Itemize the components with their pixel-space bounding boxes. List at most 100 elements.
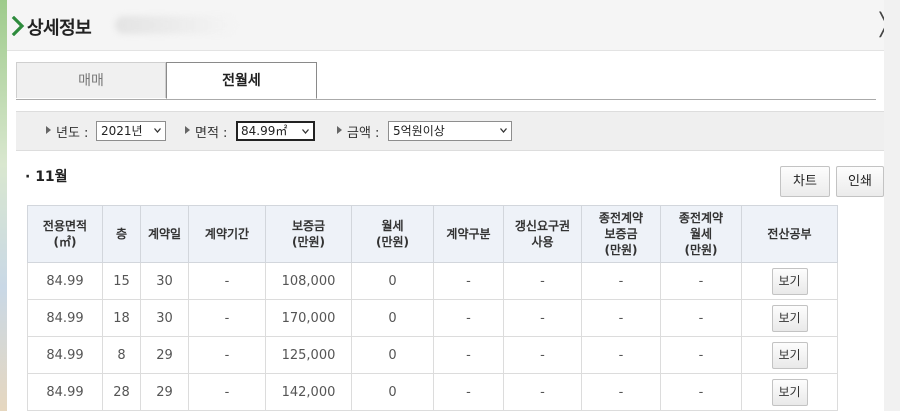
table-row: 84.99 15 30-108,000 0- - - - 보기 <box>27 262 838 300</box>
close-icon[interactable]: ╳ <box>880 14 884 38</box>
column-header-line: 종전계약 <box>678 211 724 225</box>
table-cell: - <box>660 299 742 337</box>
table-header-row: 전용면적 (㎡) 층 계약일 계약기간 보증금 (만원) 월세 (만원) 계약구분 갱신요구권 사용 종… <box>27 205 838 263</box>
chevron-down-icon <box>302 129 309 134</box>
triangle-right-icon <box>46 126 51 134</box>
column-header-line: (만원) <box>291 235 326 249</box>
table-cell: 0 <box>351 299 434 337</box>
column-header-line: 갱신요구권 <box>514 219 571 233</box>
amount-select-value: 5억원이상 <box>393 124 445 138</box>
year-label: 년도 : <box>56 126 89 141</box>
table-cell: 29 <box>140 336 189 374</box>
table-cell: 84.99 <box>27 336 103 374</box>
table-cell: 30 <box>140 299 189 337</box>
table-cell: - <box>433 336 504 374</box>
column-header-line: 월세 <box>381 219 404 233</box>
table-cell: - <box>660 262 742 300</box>
table-cell: - <box>433 262 504 300</box>
column-header: 계약일 <box>140 205 189 263</box>
table-row: 84.99 8 29-125,000 0- - - - 보기 <box>27 336 838 374</box>
column-header-line: 전산공부 <box>767 227 812 241</box>
table-cell: - <box>503 336 582 374</box>
table-cell: 84.99 <box>27 299 103 337</box>
table-cell: 108,000 <box>265 262 352 300</box>
triangle-right-icon <box>185 126 190 134</box>
table-cell: - <box>581 373 661 411</box>
column-header-line: 계약일 <box>147 227 182 241</box>
table-cell: 30 <box>140 262 189 300</box>
table-cell: 84.99 <box>27 373 103 411</box>
table-cell: 0 <box>351 373 434 411</box>
table-cell: - <box>188 373 266 411</box>
area-label: 면적 : <box>195 126 228 141</box>
table-cell: - <box>188 336 266 374</box>
background-map-strip <box>0 0 7 411</box>
chevron-right-icon <box>11 16 25 36</box>
table-cell: 0 <box>351 262 434 300</box>
background-scroll-strip <box>884 0 900 411</box>
area-select[interactable]: 84.99㎡ <box>236 121 315 141</box>
view-record-button[interactable]: 보기 <box>771 304 808 332</box>
chart-button[interactable]: 차트 <box>780 166 830 197</box>
table-cell: 보기 <box>741 373 838 411</box>
year-select-value: 2021년 <box>101 124 143 138</box>
table-cell: - <box>660 373 742 411</box>
tab-jeonwolse[interactable]: 전월세 <box>166 62 317 99</box>
amount-select[interactable]: 5억원이상 <box>388 121 512 141</box>
column-header-line: 계약기간 <box>204 227 250 241</box>
column-header-line: (만원) <box>604 243 638 257</box>
column-header: 종전계약 보증금 (만원) <box>581 205 661 263</box>
year-select[interactable]: 2021년 <box>96 121 166 141</box>
tab-sale[interactable]: 매매 <box>16 62 166 98</box>
view-record-button[interactable]: 보기 <box>771 267 808 295</box>
table-cell: 보기 <box>741 336 838 374</box>
table-row: 84.99 18 30-170,000 0- - - - 보기 <box>27 299 838 337</box>
table-body: 84.99 15 30-108,000 0- - - - 보기 84.99 18 30-170,00… <box>27 262 838 411</box>
column-header: 층 <box>102 205 141 263</box>
column-header-line: (만원) <box>684 243 718 257</box>
transaction-table: 전용면적 (㎡) 층 계약일 계약기간 보증금 (만원) 월세 (만원) 계약구분 갱신요구권 사용 종… <box>27 205 838 411</box>
column-header: 종전계약 월세 (만원) <box>660 205 742 263</box>
transaction-table-wrap: 전용면적 (㎡) 층 계약일 계약기간 보증금 (만원) 월세 (만원) 계약구분 갱신요구권 사용 종… <box>27 205 838 411</box>
column-header-line: 층 <box>115 227 128 241</box>
table-cell: - <box>503 373 582 411</box>
column-header-line: 계약구분 <box>446 227 491 241</box>
column-header-line: (만원) <box>375 235 410 249</box>
column-header-line: 보증금 <box>291 219 326 233</box>
table-cell: - <box>188 262 266 300</box>
table-cell: 15 <box>102 262 141 300</box>
column-header: 월세 (만원) <box>351 205 434 263</box>
column-header: 계약구분 <box>433 205 504 263</box>
table-cell: 84.99 <box>27 262 103 300</box>
table-cell: - <box>503 299 582 337</box>
area-select-value: 84.99㎡ <box>241 124 288 138</box>
table-cell: - <box>581 262 661 300</box>
detail-popup: 상세정보 ╳ 매매 전월세 년도 : 2021년 면적 : 84.99㎡ 금액 … <box>7 0 884 411</box>
column-header-line: (㎡) <box>53 235 77 249</box>
column-header: 계약기간 <box>188 205 266 263</box>
table-row: 84.99 28 29-142,000 0- - - - 보기 <box>27 373 838 411</box>
column-header-line: 사용 <box>531 235 554 249</box>
table-cell: 0 <box>351 336 434 374</box>
column-header: 전산공부 <box>741 205 838 263</box>
popup-title: 상세정보 <box>27 18 92 39</box>
table-cell: - <box>433 299 504 337</box>
table-cell: 170,000 <box>265 299 352 337</box>
table-cell: 보기 <box>741 262 838 300</box>
view-record-button[interactable]: 보기 <box>771 378 808 406</box>
column-header: 갱신요구권사용 <box>503 205 582 263</box>
table-cell: - <box>581 336 661 374</box>
print-button[interactable]: 인쇄 <box>836 166 884 197</box>
triangle-right-icon <box>337 126 342 134</box>
table-cell: 125,000 <box>265 336 352 374</box>
filter-bar: 년도 : 2021년 면적 : 84.99㎡ 금액 : 5억원이상 <box>16 111 884 151</box>
column-header: 전용면적 (㎡) <box>27 205 103 263</box>
table-cell: 18 <box>102 299 141 337</box>
view-record-button[interactable]: 보기 <box>771 341 808 369</box>
redacted-address <box>115 16 235 34</box>
table-cell: 142,000 <box>265 373 352 411</box>
chevron-down-icon <box>500 128 507 133</box>
table-cell: - <box>503 262 582 300</box>
column-header: 보증금 (만원) <box>265 205 352 263</box>
column-header-line: 전용면적 <box>42 219 88 233</box>
